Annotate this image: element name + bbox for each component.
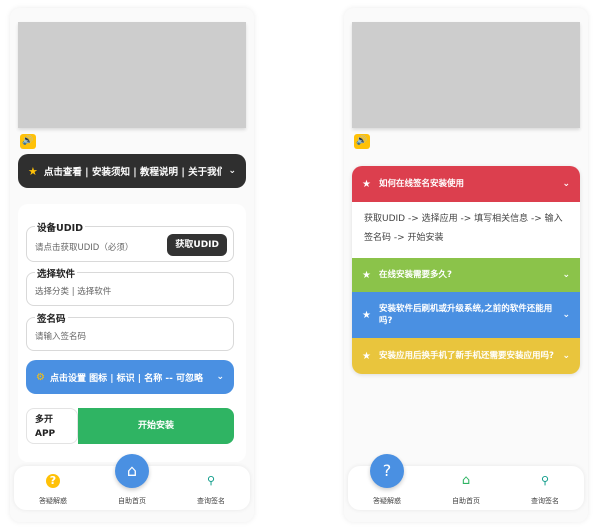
chevron-down-icon: ⌄ [228,166,236,176]
nav-help[interactable]: ? 答疑解惑 [14,466,92,510]
faq-item-1-header[interactable]: ★ 如何在线签名安装使用 ⌄ [352,166,580,202]
chevron-down-icon: ⌄ [562,179,570,189]
notice-bar-label: 点击查看 | 安装须知 | 教程说明 | 关于我们 [43,167,223,178]
banner-image[interactable] [352,22,580,128]
search-icon: ⚲ [206,474,216,487]
sign-code-input[interactable]: 请输入签名码 [35,330,86,342]
faq-item-1-title: 如何在线签名安装使用 [378,179,464,189]
faq-item-3-header[interactable]: ★ 安装软件后刷机或升级系统,之前的软件还能用吗? ⌄ [352,292,580,338]
nav-home-label: 自助首页 [118,497,146,505]
speaker-icon[interactable]: 🔊 [354,134,370,149]
nav-home-label: 自助首页 [452,497,480,505]
sign-code-field[interactable]: 签名码 请输入签名码 [26,311,234,351]
nav-home[interactable]: ⌂ 自助首页 [93,454,171,510]
nav-home[interactable]: ⌂ 自助首页 [427,466,505,510]
nav-search[interactable]: ⚲ 查询签名 [506,466,584,510]
home-icon: ⌂ [115,454,149,488]
chevron-down-icon: ⌄ [562,270,570,280]
chevron-down-icon: ⌄ [216,372,224,382]
multi-open-label-app: APP [35,429,56,439]
multi-open-label: 多开 [35,415,54,425]
nav-search-label: 查询签名 [197,497,225,505]
faq-item-3-title: 安装软件后刷机或升级系统,之前的软件还能用吗? [378,304,553,326]
app-select-value[interactable]: 选择分类 | 选择软件 [35,285,111,297]
app-select-field[interactable]: 选择软件 选择分类 | 选择软件 [26,266,234,306]
gear-icon: ⚙ [36,371,45,383]
bottom-nav: ? 答疑解惑 ⌂ 自助首页 ⚲ 查询签名 [14,454,250,510]
app-select-label: 选择软件 [35,266,78,280]
star-icon: ★ [28,164,38,178]
install-form: 设备UDID 请点击获取UDID（必须） 获取UDID 选择软件 选择分类 | … [18,204,246,462]
faq-item-1-answer: 获取UDID -> 选择应用 -> 填写相关信息 -> 输入签名码 -> 开始安… [364,214,563,243]
nav-help-label: 答疑解惑 [373,497,401,505]
star-icon: ★ [362,269,371,281]
right-phone-screen: 🔊 ★ 如何在线签名安装使用 ⌄ 获取UDID -> 选择应用 -> 填写相关信… [344,8,588,522]
faq-item-4-title: 安装应用后换手机了新手机还需要安装应用吗? [378,351,554,361]
chevron-down-icon: ⌄ [562,351,570,361]
search-icon: ⚲ [540,474,550,487]
nav-help[interactable]: ? 答疑解惑 [348,454,426,510]
sign-code-label: 签名码 [35,311,68,325]
notice-bar[interactable]: ★ 点击查看 | 安装须知 | 教程说明 | 关于我们 ⌄ [18,154,246,188]
left-phone-screen: 🔊 ★ 点击查看 | 安装须知 | 教程说明 | 关于我们 ⌄ 设备UDID 请… [10,8,254,522]
multi-open-toggle[interactable]: 多开 APP [26,408,78,444]
udid-field[interactable]: 设备UDID 请点击获取UDID（必须） 获取UDID [26,220,234,262]
question-icon: ? [370,454,404,488]
faq-accordion: ★ 如何在线签名安装使用 ⌄ 获取UDID -> 选择应用 -> 填写相关信息 … [352,166,580,374]
nav-search[interactable]: ⚲ 查询签名 [172,466,250,510]
home-icon: ⌂ [461,473,471,488]
banner-image[interactable] [18,22,246,128]
speaker-icon[interactable]: 🔊 [20,134,36,149]
udid-label: 设备UDID [35,220,86,234]
chevron-down-icon: ⌄ [562,310,570,320]
star-icon: ★ [362,309,371,321]
faq-item-4-header[interactable]: ★ 安装应用后换手机了新手机还需要安装应用吗? ⌄ [352,338,580,374]
udid-input[interactable]: 请点击获取UDID（必须） [35,241,133,253]
get-udid-button[interactable]: 获取UDID [167,234,227,256]
settings-bar-label: 点击设置 图标 | 标识 | 名称 -- 可忽略 [49,373,203,384]
star-icon: ★ [362,178,371,190]
bottom-nav: ? 答疑解惑 ⌂ 自助首页 ⚲ 查询签名 [348,454,584,510]
faq-item-2-header[interactable]: ★ 在线安装需要多久? ⌄ [352,258,580,292]
question-icon: ? [46,474,60,488]
faq-item-2-title: 在线安装需要多久? [378,270,452,280]
star-icon: ★ [362,350,371,362]
start-install-button[interactable]: 开始安装 [78,408,234,444]
settings-bar[interactable]: ⚙ 点击设置 图标 | 标识 | 名称 -- 可忽略 ⌄ [26,360,234,394]
nav-help-label: 答疑解惑 [39,497,67,505]
nav-search-label: 查询签名 [531,497,559,505]
